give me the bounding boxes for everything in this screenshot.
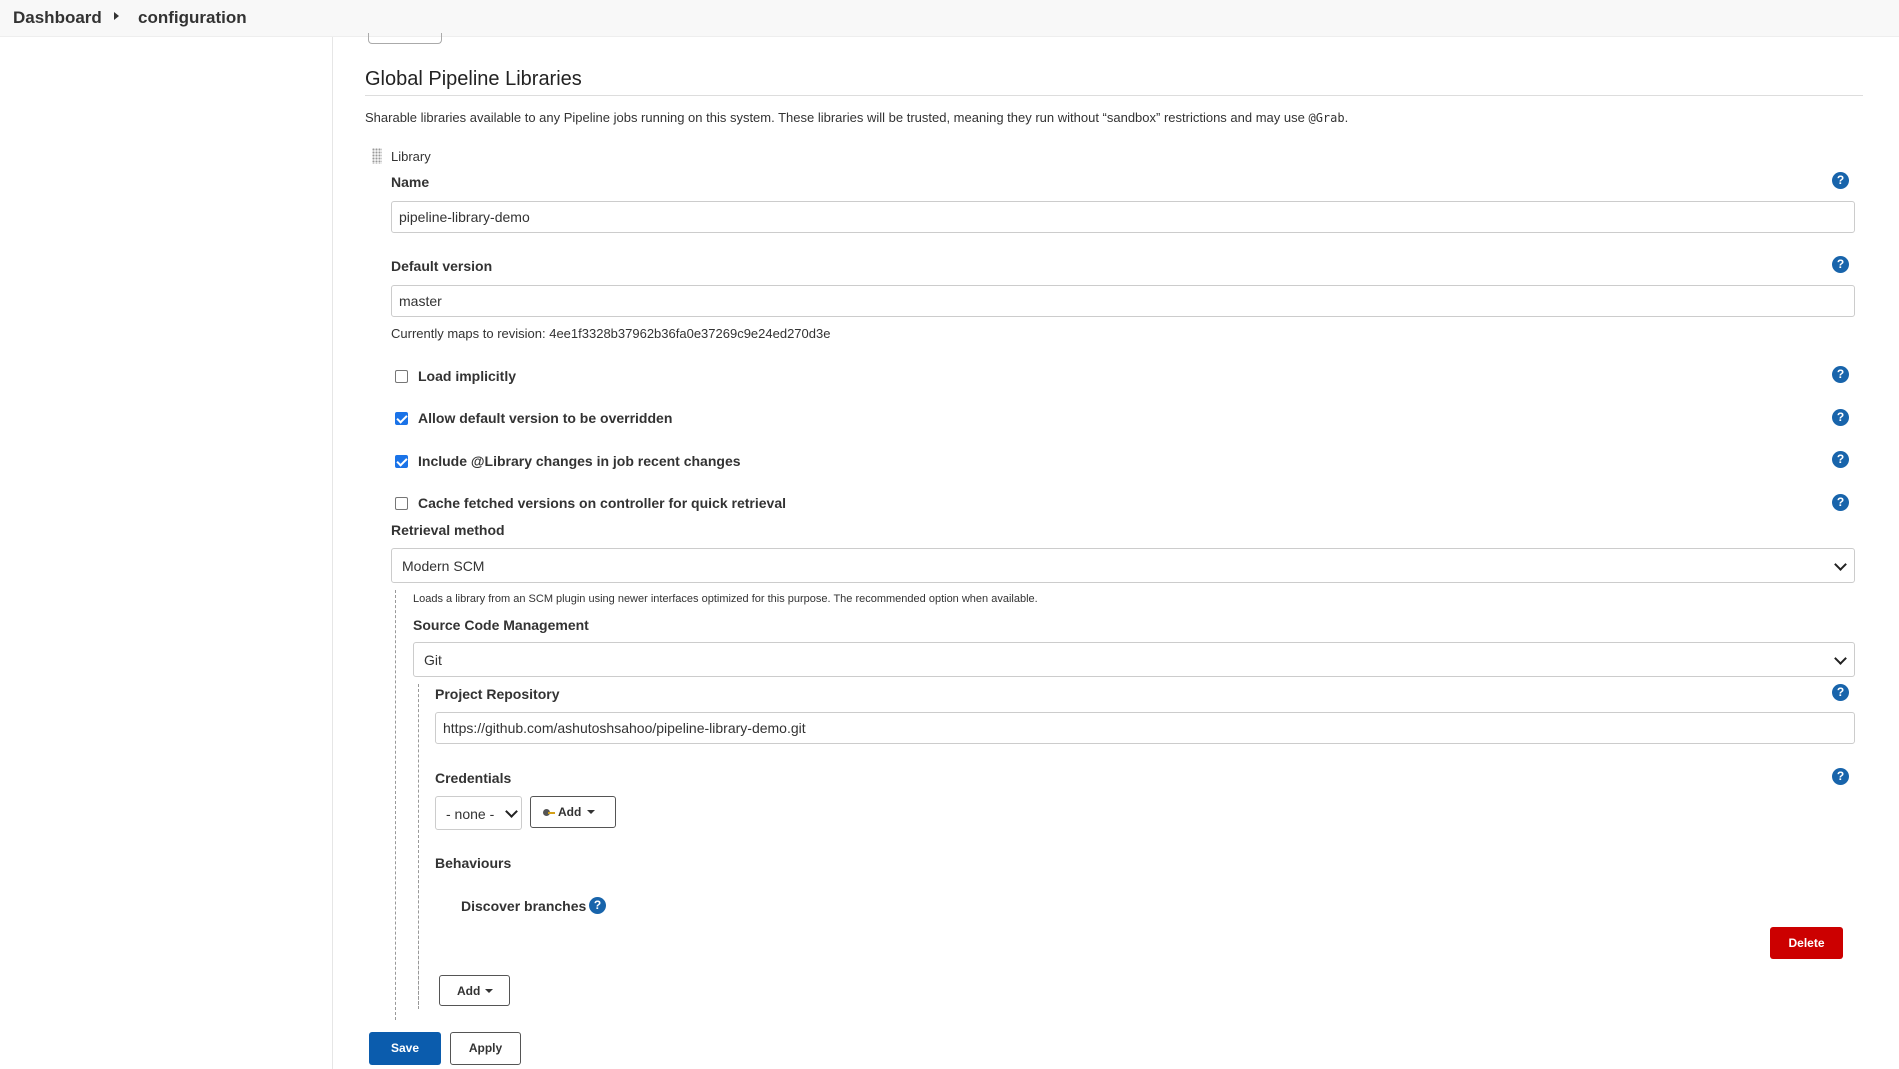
load-implicitly-label: Load implicitly — [418, 368, 517, 384]
chevron-down-icon — [1834, 558, 1847, 571]
drag-handle-icon[interactable] — [372, 148, 382, 164]
default-version-label: Default version — [391, 258, 493, 274]
scm-value: Git — [424, 652, 442, 668]
help-icon[interactable]: ? — [1832, 256, 1849, 273]
scm-label: Source Code Management — [413, 617, 589, 633]
project-repository-input[interactable] — [435, 712, 1855, 744]
previous-section-button[interactable] — [368, 33, 442, 44]
help-icon[interactable]: ? — [1832, 768, 1849, 785]
chevron-right-icon — [114, 12, 119, 20]
breadcrumb: Dashboard configuration — [0, 0, 1899, 37]
help-icon[interactable]: ? — [1832, 366, 1849, 383]
retrieval-method-select[interactable]: Modern SCM — [391, 548, 1855, 583]
behaviours-indent-line — [418, 880, 419, 1005]
load-implicitly-checkbox[interactable] — [395, 370, 408, 383]
apply-button[interactable]: Apply — [450, 1032, 521, 1065]
help-icon[interactable]: ? — [1832, 409, 1849, 426]
cache-versions-checkbox[interactable] — [395, 497, 408, 510]
default-version-input[interactable] — [391, 285, 1855, 317]
caret-down-icon — [587, 810, 595, 814]
help-icon[interactable]: ? — [1832, 172, 1849, 189]
library-header: Library — [391, 149, 431, 164]
credentials-value: - none - — [446, 806, 495, 822]
section-description: Sharable libraries available to any Pipe… — [365, 110, 1348, 125]
chevron-down-icon — [505, 805, 518, 818]
nested-indent-line — [395, 590, 396, 1020]
project-repository-label: Project Repository — [435, 686, 560, 702]
help-icon[interactable]: ? — [1832, 451, 1849, 468]
credentials-label: Credentials — [435, 770, 512, 786]
sidebar-divider — [332, 37, 333, 1069]
breadcrumb-current[interactable]: configuration — [138, 8, 247, 28]
add-behaviour-button[interactable]: Add — [439, 975, 510, 1006]
include-changes-label: Include @Library changes in job recent c… — [418, 453, 741, 469]
help-icon[interactable]: ? — [1832, 684, 1849, 701]
retrieval-method-hint: Loads a library from an SCM plugin using… — [413, 593, 1038, 605]
retrieval-method-label: Retrieval method — [391, 522, 505, 538]
help-icon[interactable]: ? — [589, 897, 606, 914]
grab-code: @Grab — [1308, 111, 1345, 125]
revision-text: Currently maps to revision: 4ee1f3328b37… — [391, 326, 831, 341]
breadcrumb-dashboard-link[interactable]: Dashboard — [13, 8, 102, 28]
help-icon[interactable]: ? — [1832, 494, 1849, 511]
section-title: Global Pipeline Libraries — [365, 68, 582, 90]
cache-versions-label: Cache fetched versions on controller for… — [418, 495, 786, 511]
include-changes-checkbox[interactable] — [395, 455, 408, 468]
delete-behaviour-button[interactable]: Delete — [1770, 927, 1843, 959]
key-icon-shaft — [548, 812, 555, 814]
allow-override-checkbox[interactable] — [395, 412, 408, 425]
retrieval-method-value: Modern SCM — [402, 558, 485, 574]
chevron-down-icon — [1834, 652, 1847, 665]
section-description-end: . — [1344, 110, 1349, 125]
name-input[interactable] — [391, 201, 1855, 233]
credentials-select[interactable]: - none - — [435, 796, 522, 830]
behaviours-label: Behaviours — [435, 855, 512, 871]
discover-branches-label: Discover branches — [461, 898, 587, 914]
section-divider — [365, 95, 1863, 96]
add-behaviour-label: Add — [457, 984, 481, 998]
save-button[interactable]: Save — [369, 1032, 441, 1065]
caret-down-icon — [485, 989, 493, 993]
section-description-text: Sharable libraries available to any Pipe… — [365, 110, 1309, 125]
name-label: Name — [391, 174, 430, 190]
credentials-add-label: Add — [558, 805, 582, 819]
allow-override-label: Allow default version to be overridden — [418, 410, 673, 426]
scm-select[interactable]: Git — [413, 642, 1855, 677]
credentials-add-button[interactable]: Add — [530, 796, 616, 828]
